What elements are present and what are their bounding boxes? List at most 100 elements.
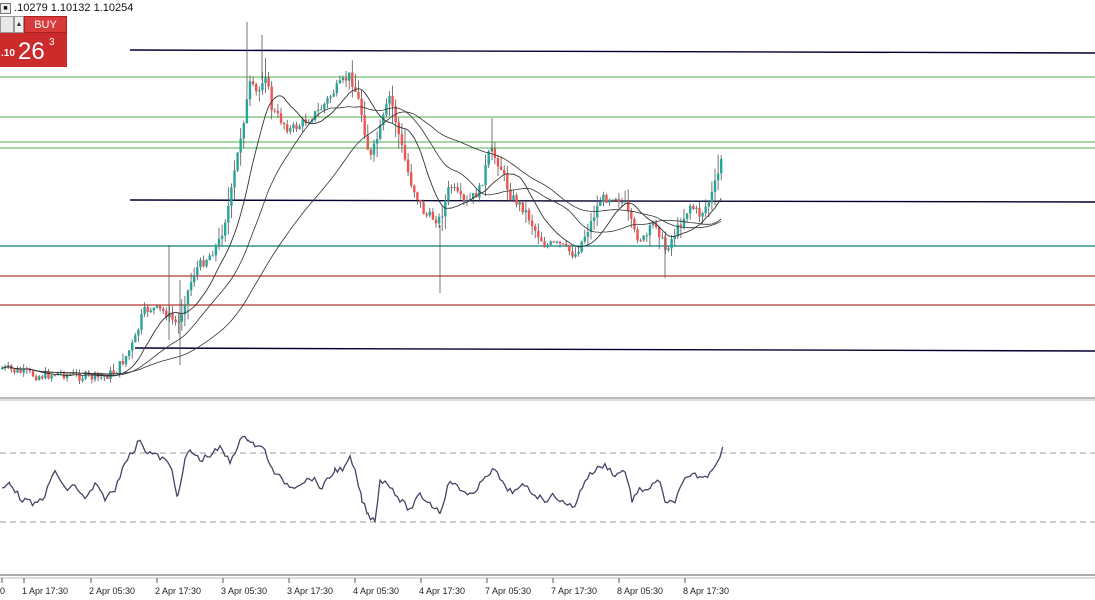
candle-body [143,306,146,315]
candle-body [202,260,205,267]
candle-body [450,187,453,189]
buy-price-pip: 3 [49,37,55,48]
time-axis-label: 8 Apr 05:30 [617,586,664,596]
candle-body [558,241,562,244]
lot-up-arrow-icon[interactable]: ▲ [14,16,24,33]
candle-body [403,145,407,160]
buy-price-box[interactable]: .10 26 3 [0,33,67,67]
candle-body [69,374,72,376]
time-axis-label: 7 Apr 05:30 [485,586,532,596]
candle-body [276,110,280,114]
candle-body [41,376,44,379]
candle-body [546,244,549,248]
candle-body [326,98,329,104]
candle-body [189,282,193,291]
candle-body [716,173,720,181]
candle-body [571,251,574,257]
candle-body [109,370,112,380]
candle-body [13,369,16,373]
time-axis-label: 2 Apr 17:30 [155,586,202,596]
candle-body [459,191,462,195]
candle-body [540,237,543,242]
candle-body [611,199,614,201]
candle-body [633,218,636,230]
candle-body [670,239,673,249]
time-axis-label: 3 Apr 05:30 [221,586,268,596]
ohlc-values: .10279 1.10132 1.10254 [14,2,134,14]
buy-button[interactable]: BUY [24,16,67,33]
candle-body [177,321,180,323]
candle-body [406,159,410,173]
candle-body [506,173,509,190]
close-quote-icon[interactable]: ■ [0,2,11,14]
candle-body [574,254,577,257]
candle-body [233,170,236,188]
candle-body [344,77,348,81]
candle-body [549,241,552,245]
price-chart[interactable] [0,0,1095,600]
candle-body [503,169,506,174]
candle-body [685,213,689,219]
candle-body [366,135,369,150]
candle-body [552,241,555,243]
candle-body [140,314,143,330]
candle-body [50,375,53,379]
candle-body [534,226,537,231]
candle-body [428,211,431,216]
candle-body [397,122,400,135]
candle-body [695,207,698,209]
candle-body [434,219,438,224]
candle-body [251,81,255,85]
candle-body [413,185,416,193]
candle-body [242,123,245,139]
candle-body [537,230,540,238]
candle-body [701,213,704,217]
candle-body [707,202,710,207]
buy-price-main: 26 [18,38,45,65]
candle-body [149,310,152,313]
time-axis-label: 4 Apr 05:30 [353,586,400,596]
candle-body [31,370,35,377]
candle-body [217,238,221,246]
candle-body [515,195,518,205]
moving-average-0 [1,88,722,377]
trade-panel-header: ▲ BUY [0,16,67,33]
candle-body [323,103,326,110]
candle-body [329,96,332,99]
horizontal-levels [0,49,1095,352]
candle-body [720,158,723,174]
candle-body [416,192,419,200]
candle-body [369,149,373,155]
candle-body [279,113,283,123]
candle-body [462,194,466,202]
candle-body [431,211,435,220]
candle-body [530,220,534,227]
candle-body [81,378,84,381]
candle-body [592,217,596,222]
candle-body [320,109,323,111]
candle-body [230,187,233,206]
candle-body [363,115,366,136]
lot-size-field[interactable] [0,16,14,33]
candle-body [437,216,441,224]
candle-body [289,128,292,132]
candle-body [577,251,580,255]
candle-body [348,72,351,81]
candle-body [127,350,131,357]
time-axis-label: 4 Apr 17:30 [419,586,466,596]
candle-body [124,356,128,365]
candle-body [227,205,230,223]
candle-body [100,377,103,379]
candle-body [208,255,211,261]
candle-body [261,83,264,91]
candle-body [118,361,121,373]
candle-body [512,195,515,201]
candle-body [134,335,137,343]
candle-body [388,95,391,104]
candle-body [481,184,484,186]
candle-body [16,368,19,373]
candle-body [180,314,183,322]
candle-body [422,202,425,214]
moving-average-1 [1,106,722,376]
candlesticks [0,22,723,385]
